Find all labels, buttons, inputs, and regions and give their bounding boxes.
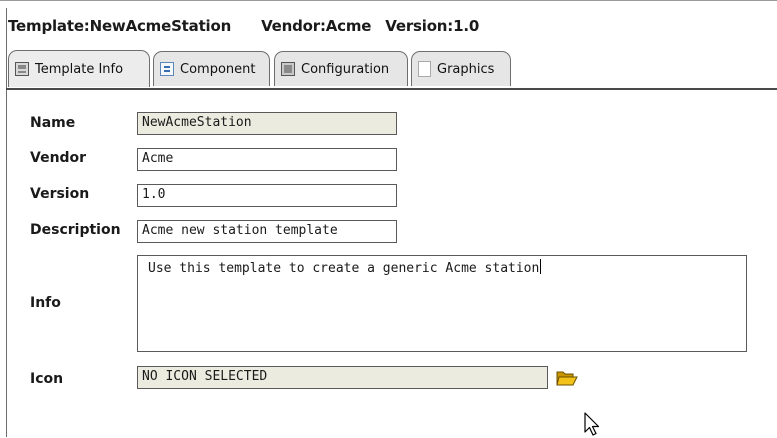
text-caret — [540, 259, 542, 274]
component-icon — [160, 62, 174, 76]
vendor-field[interactable]: Acme — [137, 148, 397, 171]
name-field[interactable]: NewAcmeStation — [137, 112, 397, 135]
vendor-label: Vendor — [30, 150, 87, 166]
tab-configuration[interactable]: Configuration — [274, 51, 408, 86]
tab-component[interactable]: Component — [153, 51, 270, 86]
mouse-pointer-icon — [584, 412, 600, 436]
folder-icon[interactable] — [556, 369, 578, 387]
version-field[interactable]: 1.0 — [137, 184, 397, 207]
icon-label: Icon — [30, 371, 64, 387]
version-label: Version — [30, 186, 90, 202]
template-name-heading: Template:NewAcmeStation — [8, 17, 232, 35]
info-textarea[interactable]: Use this template to create a generic Ac… — [137, 255, 747, 352]
description-field[interactable]: Acme new station template — [137, 220, 397, 243]
tab-template-info[interactable]: Template Info — [8, 50, 150, 87]
tab-label: Configuration — [301, 61, 390, 77]
name-label: Name — [30, 115, 76, 131]
tab-strip: Template Info Component Configuration Gr… — [6, 48, 777, 90]
info-label: Info — [30, 295, 61, 311]
window-frame-top — [0, 0, 777, 9]
info-sheet-icon — [15, 62, 29, 76]
tab-label: Template Info — [35, 61, 124, 77]
vendor-heading: Vendor:Acme — [261, 17, 372, 35]
version-heading: Version:1.0 — [385, 17, 480, 35]
description-label: Description — [30, 222, 121, 238]
tab-label: Component — [180, 61, 256, 77]
icon-field[interactable]: NO ICON SELECTED — [137, 366, 548, 389]
tab-graphics[interactable]: Graphics — [411, 51, 511, 86]
configuration-icon — [281, 62, 295, 76]
graphics-page-icon — [418, 61, 431, 77]
tab-label: Graphics — [437, 61, 495, 77]
info-text: Use this template to create a generic Ac… — [148, 261, 540, 276]
template-header: Template:NewAcmeStation Vendor:Acme Versio… — [8, 17, 479, 39]
